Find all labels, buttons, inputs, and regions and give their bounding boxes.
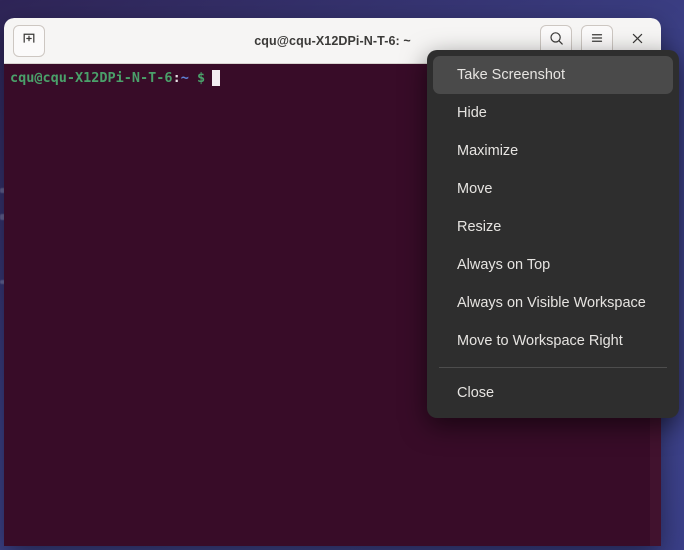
menu-item-take-screenshot[interactable]: Take Screenshot — [433, 56, 673, 94]
menu-item-label: Close — [457, 385, 495, 401]
menu-item-always-on-top[interactable]: Always on Top — [433, 246, 673, 284]
menu-item-always-on-visible-workspace[interactable]: Always on Visible Workspace — [433, 284, 673, 322]
prompt-colon: : — [172, 70, 181, 86]
search-icon — [548, 30, 565, 52]
menu-item-move[interactable]: Move — [433, 170, 673, 208]
menu-item-move-to-workspace-right[interactable]: Move to Workspace Right — [433, 322, 673, 360]
menu-item-maximize[interactable]: Maximize — [433, 132, 673, 170]
menu-item-close[interactable]: Close — [433, 374, 673, 412]
menu-item-label: Always on Visible Workspace — [457, 295, 646, 311]
new-tab-button[interactable] — [13, 24, 45, 57]
hamburger-menu-icon — [589, 30, 605, 51]
menu-item-label: Resize — [457, 219, 502, 235]
menu-item-resize[interactable]: Resize — [433, 208, 673, 246]
prompt-dollar: $ — [196, 70, 206, 86]
window-context-menu: Take Screenshot Hide Maximize Move Resiz… — [427, 50, 679, 418]
menu-item-label: Maximize — [457, 143, 519, 159]
menu-item-label: Hide — [457, 105, 487, 121]
menu-item-label: Move — [457, 181, 493, 197]
prompt-user-host: cqu@cqu-X12DPi-N-T-6 — [10, 70, 173, 86]
menu-item-label: Always on Top — [457, 257, 551, 273]
menu-separator — [439, 367, 667, 368]
terminal-cursor — [212, 70, 221, 86]
menu-item-hide[interactable]: Hide — [433, 94, 673, 132]
new-tab-plus-icon — [21, 30, 37, 51]
desktop-screen: cqu@cqu-X12DPi-N-T-6: ~ cqu@cqu-X12DPi-N… — [0, 0, 684, 550]
menu-item-label: Move to Workspace Right — [457, 333, 623, 349]
close-x-icon — [630, 31, 645, 51]
menu-item-label: Take Screenshot — [457, 67, 566, 83]
prompt-path: ~ — [180, 70, 189, 86]
